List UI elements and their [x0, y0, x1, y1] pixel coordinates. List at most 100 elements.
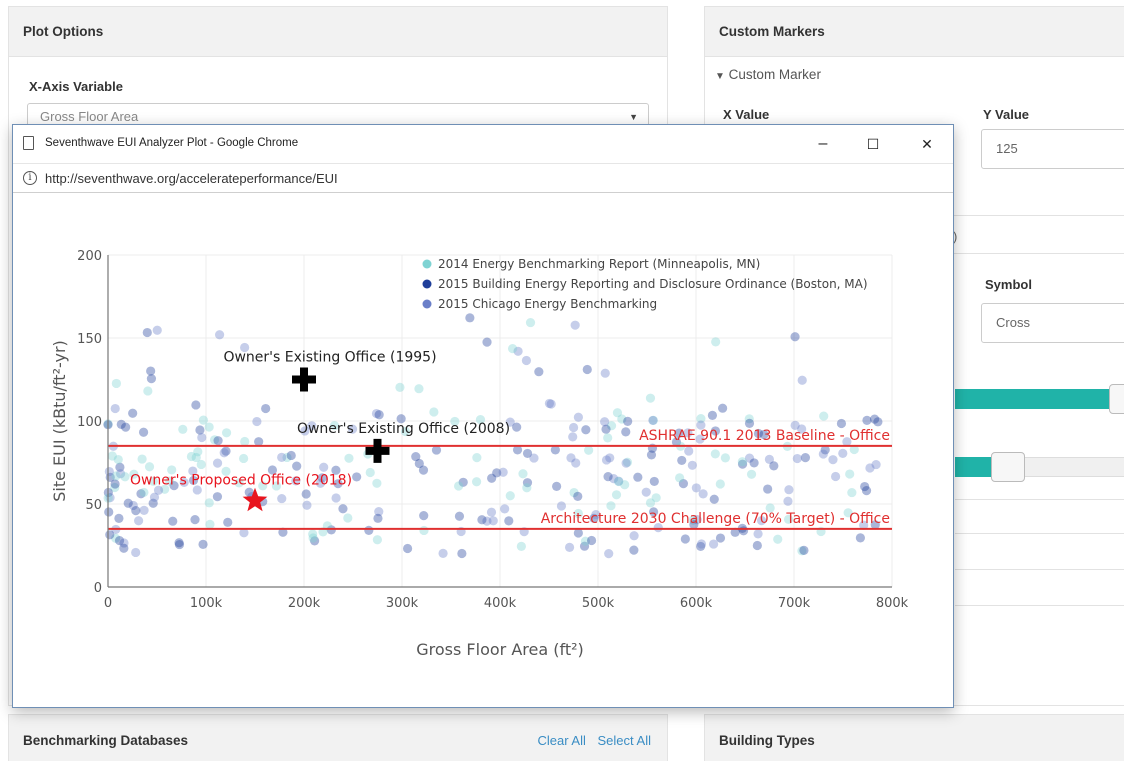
data-point [641, 487, 651, 497]
data-point [212, 492, 223, 502]
data-point [675, 473, 685, 483]
close-button[interactable]: ✕ [905, 129, 949, 159]
data-point [252, 416, 262, 427]
x-tick-label: 100k [190, 596, 223, 611]
data-point [707, 410, 718, 420]
data-point [488, 516, 498, 526]
plot-popup-window: Seventhwave EUI Analyzer Plot - Google C… [12, 124, 954, 708]
data-point [146, 366, 156, 376]
data-point [792, 453, 802, 464]
data-point [522, 483, 532, 493]
y-tick-label: 200 [77, 249, 102, 264]
data-point [862, 415, 872, 425]
data-point [457, 548, 467, 559]
data-point [240, 436, 250, 447]
data-point [773, 534, 783, 544]
symbol-select[interactable]: Cross [981, 303, 1124, 343]
data-point [319, 462, 329, 472]
data-point [573, 491, 583, 502]
x-tick-label: 800k [876, 596, 909, 611]
x-tick-label: 600k [680, 596, 713, 611]
data-point [419, 511, 429, 521]
info-icon: i [23, 171, 37, 185]
data-point [586, 535, 597, 546]
data-point [790, 332, 800, 342]
data-point [819, 411, 829, 421]
data-point [429, 407, 439, 417]
y-value-text: 125 [996, 141, 1018, 156]
data-point [373, 513, 383, 523]
data-point [121, 422, 131, 432]
data-point [614, 476, 624, 487]
address-bar[interactable]: i http://seventhwave.org/accelerateperfo… [13, 163, 953, 193]
slider-handle[interactable] [991, 452, 1025, 482]
data-point [372, 478, 382, 488]
data-point [516, 541, 526, 551]
data-point [621, 458, 631, 468]
data-point [744, 418, 755, 428]
maximize-button[interactable]: ☐ [851, 129, 895, 159]
data-point [344, 453, 354, 463]
slider-fill [955, 457, 995, 477]
data-point [504, 516, 514, 526]
y-value-input[interactable]: 125 [981, 129, 1124, 169]
data-point [438, 548, 448, 558]
data-point [603, 433, 613, 443]
data-point [454, 481, 464, 491]
x-tick-label: 300k [386, 596, 419, 611]
data-point [111, 378, 121, 389]
data-point [372, 535, 382, 545]
divider [955, 569, 1124, 570]
data-point [395, 382, 405, 392]
symbol-value: Cross [996, 315, 1030, 330]
data-point [134, 516, 144, 526]
custom-marker-toggle[interactable]: ▼ Custom Marker [715, 67, 821, 82]
data-point [601, 424, 611, 434]
data-point [498, 467, 508, 477]
data-point [828, 455, 838, 465]
y-tick-label: 100 [77, 415, 102, 430]
data-point [277, 493, 287, 504]
select-all-link[interactable]: Select All [598, 733, 651, 748]
data-point [708, 539, 719, 549]
data-point [419, 525, 429, 536]
data-point [645, 498, 656, 508]
data-point [487, 473, 497, 483]
data-point [139, 487, 149, 498]
data-point [114, 513, 124, 523]
data-point [191, 400, 201, 410]
data-point [581, 425, 591, 435]
data-point [113, 454, 123, 465]
data-point [648, 415, 658, 426]
data-point [414, 458, 424, 469]
data-point [142, 327, 152, 338]
data-point [552, 481, 562, 491]
x-axis-label: Gross Floor Area (ft²) [416, 640, 584, 659]
marker-label: Owner's Existing Office (1995) [223, 350, 436, 366]
clear-all-link[interactable]: Clear All [537, 733, 585, 748]
data-point [836, 418, 847, 429]
data-point [302, 500, 312, 510]
data-point [865, 463, 875, 473]
divider [955, 499, 1124, 500]
data-point [110, 403, 120, 414]
data-point [691, 483, 701, 493]
x-tick-label: 0 [104, 596, 112, 611]
data-point [364, 525, 374, 535]
data-point [752, 540, 762, 551]
data-point [818, 449, 828, 459]
data-point [482, 337, 492, 347]
data-point [138, 427, 149, 437]
reference-line-label: Architecture 2030 Challenge (70% Target)… [541, 511, 890, 527]
data-point [219, 448, 229, 458]
legend-entry: 2014 Energy Benchmarking Report (Minneap… [438, 257, 760, 271]
legend-entry: 2015 Building Energy Reporting and Discl… [438, 277, 868, 291]
data-point [529, 453, 539, 463]
data-point [763, 484, 773, 494]
data-point [715, 533, 726, 543]
data-point [454, 511, 465, 521]
window-titlebar[interactable]: Seventhwave EUI Analyzer Plot - Google C… [13, 125, 953, 163]
slider-handle[interactable] [1109, 384, 1124, 414]
minimize-button[interactable]: – [801, 129, 845, 159]
data-point [715, 479, 725, 489]
